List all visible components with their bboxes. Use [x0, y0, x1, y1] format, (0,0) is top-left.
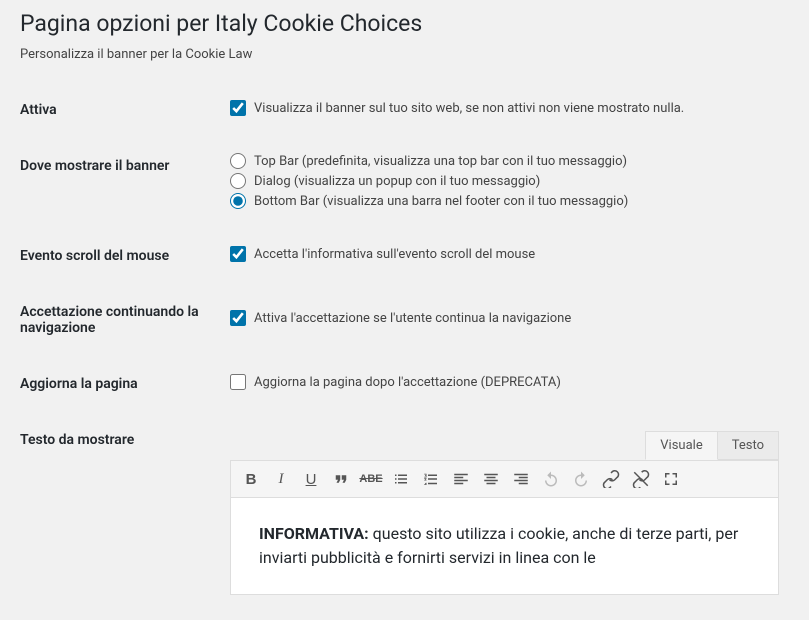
- reload-checkbox[interactable]: [230, 374, 246, 390]
- field-label-position: Dove mostrare il banner: [20, 138, 220, 228]
- redo-button[interactable]: [567, 465, 595, 493]
- scroll-text[interactable]: Accetta l'informativa sull'evento scroll…: [254, 247, 535, 262]
- editor-content[interactable]: INFORMATIVA: questo sito utilizza i cook…: [230, 498, 779, 595]
- field-label-scroll: Evento scroll del mouse: [20, 228, 220, 284]
- bullet-list-icon: [392, 470, 410, 488]
- align-left-button[interactable]: [447, 465, 475, 493]
- position-label-top[interactable]: Top Bar (predefinita, visualizza una top…: [254, 154, 627, 169]
- position-radio-dialog[interactable]: [230, 173, 246, 189]
- link-button[interactable]: [597, 465, 625, 493]
- numbered-list-icon: [422, 470, 440, 488]
- bullet-list-button[interactable]: [387, 465, 415, 493]
- fullscreen-button[interactable]: [657, 465, 685, 493]
- settings-table: Attiva Visualizza il banner sul tuo sito…: [20, 82, 789, 610]
- field-label-active: Attiva: [20, 82, 220, 138]
- link-icon: [602, 470, 620, 488]
- position-label-bottom[interactable]: Bottom Bar (visualizza una barra nel foo…: [254, 194, 628, 209]
- tab-text[interactable]: Testo: [718, 431, 779, 460]
- italic-button[interactable]: I: [267, 465, 295, 493]
- unlink-icon: [632, 470, 650, 488]
- continue-nav-text[interactable]: Attiva l'accettazione se l'utente contin…: [254, 311, 571, 326]
- strike-button[interactable]: ABE: [357, 465, 385, 493]
- active-checkbox[interactable]: [230, 100, 246, 116]
- position-radio-bottom[interactable]: [230, 193, 246, 209]
- align-center-button[interactable]: [477, 465, 505, 493]
- page-subtitle: Personalizza il banner per la Cookie Law: [20, 47, 789, 62]
- numbered-list-button[interactable]: [417, 465, 445, 493]
- field-label-continue-nav: Accettazione continuando la navigazione: [20, 284, 220, 356]
- reload-text[interactable]: Aggiorna la pagina dopo l'accettazione (…: [254, 375, 561, 390]
- active-text[interactable]: Visualizza il banner sul tuo sito web, s…: [254, 101, 684, 116]
- page-title: Pagina opzioni per Italy Cookie Choices: [20, 10, 789, 37]
- editor-toolbar: B I U ABE: [230, 460, 779, 498]
- editor-text-bold: INFORMATIVA:: [259, 524, 369, 543]
- quote-button[interactable]: [327, 465, 355, 493]
- position-label-dialog[interactable]: Dialog (visualizza un popup con il tuo m…: [254, 174, 540, 189]
- undo-icon: [542, 470, 560, 488]
- quote-icon: [332, 470, 350, 488]
- field-label-reload: Aggiorna la pagina: [20, 356, 220, 412]
- bold-button[interactable]: B: [237, 465, 265, 493]
- fullscreen-icon: [662, 470, 680, 488]
- editor: Visuale Testo B I U ABE I: [230, 431, 779, 595]
- align-left-icon: [452, 470, 470, 488]
- field-label-text: Testo da mostrare: [20, 412, 220, 610]
- continue-nav-checkbox[interactable]: [230, 310, 246, 326]
- scroll-checkbox[interactable]: [230, 246, 246, 262]
- underline-button[interactable]: U: [297, 465, 325, 493]
- redo-icon: [572, 470, 590, 488]
- align-right-button[interactable]: [507, 465, 535, 493]
- undo-button[interactable]: [537, 465, 565, 493]
- unlink-button[interactable]: [627, 465, 655, 493]
- position-radio-top[interactable]: [230, 153, 246, 169]
- align-right-icon: [512, 470, 530, 488]
- editor-tabs: Visuale Testo: [230, 431, 779, 460]
- align-center-icon: [482, 470, 500, 488]
- tab-visual[interactable]: Visuale: [645, 431, 717, 460]
